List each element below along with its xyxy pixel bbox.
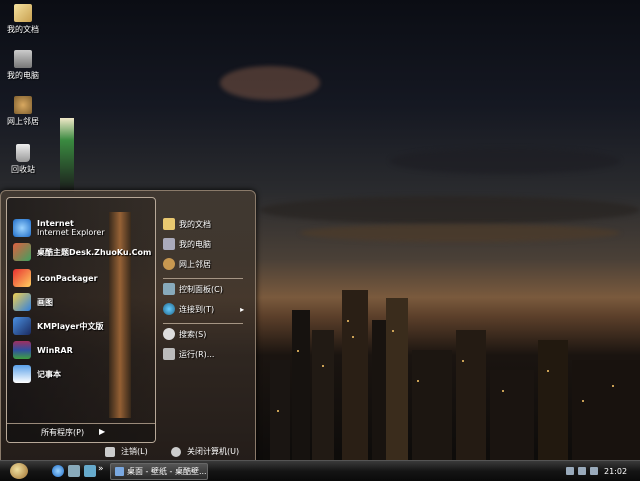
all-programs-label: 所有程序(P) xyxy=(41,428,85,437)
quicklaunch-chevron-icon[interactable]: » xyxy=(98,464,104,474)
clock[interactable]: 21:02 xyxy=(604,467,627,476)
menu-item-search[interactable]: 搜索(S) xyxy=(163,326,206,342)
my-computer-icon xyxy=(14,50,32,68)
desktop-icon-recycle-bin[interactable]: 回收站 xyxy=(2,144,44,175)
menu-item-my-documents[interactable]: 我的文档 xyxy=(163,216,211,232)
desktop-icon-label: 我的文档 xyxy=(7,25,39,34)
shutdown-label: 关闭计算机(U) xyxy=(187,447,240,456)
paint-icon xyxy=(13,293,31,311)
shutdown-button[interactable]: 关闭计算机(U) xyxy=(171,446,239,457)
taskbar: » 桌面 - 壁纸 - 桌酷壁... 21:02 xyxy=(0,460,640,481)
desktop-icon-my-documents[interactable]: 我的文档 xyxy=(2,4,44,35)
menu-item-connect-to[interactable]: 连接到(T) ▸ xyxy=(163,301,244,317)
program-subtitle: Internet Explorer xyxy=(37,228,105,237)
desktop-icon-label: 我的电脑 xyxy=(7,71,39,80)
my-documents-icon xyxy=(14,4,32,22)
internet-explorer-icon xyxy=(13,219,31,237)
program-zhuoku-theme[interactable]: 桌酷主题Desk.ZhuoKu.Com xyxy=(13,242,151,262)
lock-icon xyxy=(105,446,115,457)
menu-divider xyxy=(163,278,243,279)
program-iconpackager[interactable]: IconPackager xyxy=(13,268,98,288)
menu-item-control-panel[interactable]: 控制面板(C) xyxy=(163,281,223,297)
menu-item-label: 网上邻居 xyxy=(179,259,211,269)
program-title: 记事本 xyxy=(37,369,61,379)
submenu-arrow-icon: ▸ xyxy=(240,304,245,314)
recycle-bin-icon xyxy=(16,144,30,162)
search-icon xyxy=(163,328,175,340)
window-icon xyxy=(115,467,124,476)
iconpackager-icon xyxy=(13,269,31,287)
program-title: KMPlayer中文版 xyxy=(37,321,104,331)
program-kmplayer[interactable]: KMPlayer中文版 xyxy=(13,316,104,336)
zhuoku-theme-icon xyxy=(13,243,31,261)
tray-app-icon[interactable] xyxy=(590,467,598,475)
winrar-icon xyxy=(13,341,31,359)
folder-icon xyxy=(163,218,175,230)
tray-volume-icon[interactable] xyxy=(578,467,586,475)
program-title: 桌酷主题Desk.ZhuoKu.Com xyxy=(37,247,152,257)
program-title: 画图 xyxy=(37,297,53,307)
program-internet-explorer[interactable]: Internet Internet Explorer xyxy=(13,218,105,238)
network-places-icon xyxy=(14,96,32,114)
menu-item-run[interactable]: 运行(R)... xyxy=(163,346,214,362)
taskbar-window-button[interactable]: 桌面 - 壁纸 - 桌酷壁... xyxy=(110,463,208,480)
menu-item-label: 我的文档 xyxy=(179,219,211,229)
tray-network-icon[interactable] xyxy=(566,467,574,475)
desktop-icon-label: 网上邻居 xyxy=(7,117,39,126)
network-icon xyxy=(163,258,175,270)
notepad-icon xyxy=(13,365,31,383)
quicklaunch-explorer-icon[interactable] xyxy=(68,465,80,477)
right-arrow-icon: ▶ xyxy=(99,427,106,436)
logoff-button[interactable]: 注销(L) xyxy=(105,446,148,457)
program-paint[interactable]: 画图 xyxy=(13,292,53,312)
menu-item-network-places[interactable]: 网上邻居 xyxy=(163,256,211,272)
control-panel-icon xyxy=(163,283,175,295)
menu-item-label: 控制面板(C) xyxy=(179,284,223,294)
start-menu: Internet Internet Explorer 桌酷主题Desk.Zhuo… xyxy=(0,190,256,462)
kmplayer-icon xyxy=(13,317,31,335)
menu-item-label: 运行(R)... xyxy=(179,349,215,359)
start-button[interactable] xyxy=(10,463,28,479)
desktop-icon-label: 回收站 xyxy=(11,165,35,174)
power-icon xyxy=(171,446,181,457)
taskbar-window-label: 桌面 - 壁纸 - 桌酷壁... xyxy=(127,467,207,476)
quicklaunch-ie-icon[interactable] xyxy=(52,465,64,477)
program-title: Internet xyxy=(37,219,74,228)
menu-item-label: 我的电脑 xyxy=(179,239,211,249)
menu-item-label: 连接到(T) xyxy=(179,304,215,314)
all-programs-button[interactable]: 所有程序(P) ▶ xyxy=(7,423,155,442)
start-menu-programs-pane: Internet Internet Explorer 桌酷主题Desk.Zhuo… xyxy=(6,197,156,443)
computer-icon xyxy=(163,238,175,250)
program-winrar[interactable]: WinRAR xyxy=(13,340,73,360)
menu-divider xyxy=(163,323,243,324)
desktop-icon-network[interactable]: 网上邻居 xyxy=(2,96,44,127)
quicklaunch-desktop-icon[interactable] xyxy=(84,465,96,477)
menu-item-my-computer[interactable]: 我的电脑 xyxy=(163,236,211,252)
program-title: WinRAR xyxy=(37,345,73,355)
system-tray: 21:02 xyxy=(566,463,638,479)
program-notepad[interactable]: 记事本 xyxy=(13,364,61,384)
start-menu-footer: 注销(L) 关闭计算机(U) xyxy=(1,443,255,461)
desktop-icon-my-computer[interactable]: 我的电脑 xyxy=(2,50,44,81)
run-icon xyxy=(163,348,175,360)
logoff-label: 注销(L) xyxy=(121,447,148,456)
program-title: IconPackager xyxy=(37,273,98,283)
menu-item-label: 搜索(S) xyxy=(179,329,207,339)
connect-icon xyxy=(163,303,175,315)
